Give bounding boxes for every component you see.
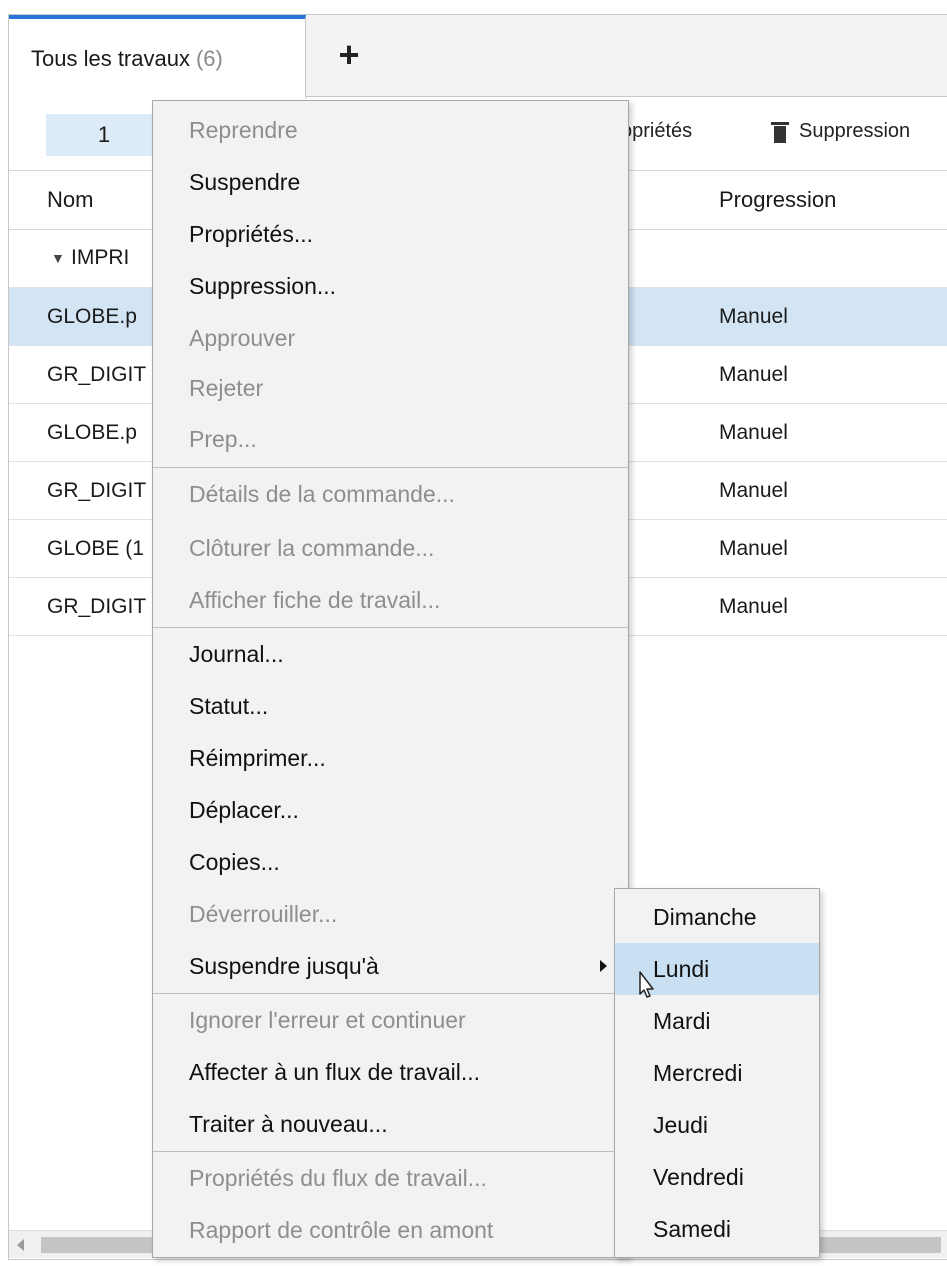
menu-item-order-details: Détails de la commande...: [189, 480, 455, 507]
job-progress: Manuel: [719, 363, 788, 386]
delete-label: Suppression: [799, 120, 911, 142]
menu-separator: [153, 1151, 628, 1152]
page-number: 1: [97, 122, 111, 147]
tab-all-jobs[interactable]: Tous les travaux (6): [9, 15, 306, 98]
scroll-left-arrow-icon[interactable]: [17, 1239, 24, 1251]
menu-item-reprocess[interactable]: Traiter à nouveau...: [153, 1099, 628, 1149]
job-progress: Manuel: [719, 537, 788, 560]
column-header-progress[interactable]: Progression: [719, 187, 836, 213]
delete-button[interactable]: Suppression: [771, 120, 910, 143]
trash-icon: [771, 121, 789, 143]
menu-item-close-order: Clôturer la commande...: [189, 534, 435, 561]
job-progress: Manuel: [719, 305, 788, 328]
menu-item-reject: Rejeter: [189, 374, 264, 401]
job-name: GR_DIGIT: [47, 595, 147, 618]
job-name: GLOBE (1: [47, 537, 144, 560]
submenu-item-sunday[interactable]: Dimanche: [615, 891, 819, 943]
job-name: GLOBE.p: [47, 421, 137, 444]
menu-separator: [153, 627, 628, 628]
menu-item-show-job-ticket: Afficher fiche de travail...: [189, 586, 441, 613]
add-tab-button[interactable]: +: [327, 33, 371, 77]
menu-item-resume: Reprendre: [189, 116, 298, 143]
job-name: GR_DIGIT: [47, 479, 147, 502]
pointer-cursor-icon: [634, 971, 654, 998]
menu-item-suspend-until-label: Suspendre jusqu'à: [189, 952, 379, 979]
tab-job-count: (6): [195, 45, 223, 71]
plus-icon: +: [338, 34, 360, 75]
context-menu: Reprendre Suspendre Propriétés... Suppre…: [152, 100, 629, 1258]
job-progress: Manuel: [719, 595, 788, 618]
menu-item-delete[interactable]: Suppression...: [153, 261, 628, 311]
menu-item-suspend-until[interactable]: Suspendre jusqu'à: [153, 941, 628, 991]
menu-item-move[interactable]: Déplacer...: [153, 785, 628, 835]
submenu-item-wednesday[interactable]: Mercredi: [615, 1047, 819, 1099]
page-number-box[interactable]: 1: [46, 114, 162, 156]
menu-item-suspend[interactable]: Suspendre: [153, 157, 628, 207]
menu-separator: [153, 993, 628, 994]
job-name: GLOBE.p: [47, 305, 137, 328]
job-name: GR_DIGIT: [47, 363, 147, 386]
submenu-item-friday[interactable]: Vendredi: [615, 1151, 819, 1203]
submenu-arrow-icon: [600, 960, 607, 972]
menu-item-reprint[interactable]: Réimprimer...: [153, 733, 628, 783]
menu-item-approve: Approuver: [189, 324, 296, 351]
collapse-caret-icon[interactable]: ▼: [51, 250, 65, 266]
submenu-item-saturday[interactable]: Samedi: [615, 1203, 819, 1255]
menu-item-workflow-properties: Propriétés du flux de travail...: [189, 1164, 487, 1191]
column-header-name[interactable]: Nom: [47, 187, 93, 213]
tab-label: Tous les travaux: [31, 45, 190, 71]
menu-separator: [153, 467, 628, 468]
properties-label: opriétés: [621, 120, 693, 142]
menu-item-status[interactable]: Statut...: [153, 681, 628, 731]
menu-item-properties[interactable]: Propriétés...: [153, 209, 628, 259]
submenu-item-thursday[interactable]: Jeudi: [615, 1099, 819, 1151]
menu-item-unlock: Déverrouiller...: [189, 900, 338, 927]
menu-item-preflight-report: Rapport de contrôle en amont: [189, 1216, 494, 1243]
menu-item-assign-workflow[interactable]: Affecter à un flux de travail...: [153, 1047, 628, 1097]
menu-item-copies[interactable]: Copies...: [153, 837, 628, 887]
tab-bar: Tous les travaux (6) +: [9, 15, 947, 98]
job-progress: Manuel: [719, 479, 788, 502]
menu-item-log[interactable]: Journal...: [153, 629, 628, 679]
suspend-until-submenu: Dimanche Lundi Mardi Mercredi Jeudi Vend…: [614, 888, 820, 1258]
menu-item-ignore-error: Ignorer l'erreur et continuer: [189, 1006, 466, 1033]
group-label: IMPRI: [71, 246, 130, 269]
job-progress: Manuel: [719, 421, 788, 444]
menu-item-prep: Prep...: [189, 425, 257, 452]
properties-button[interactable]: opriétés: [621, 120, 692, 143]
